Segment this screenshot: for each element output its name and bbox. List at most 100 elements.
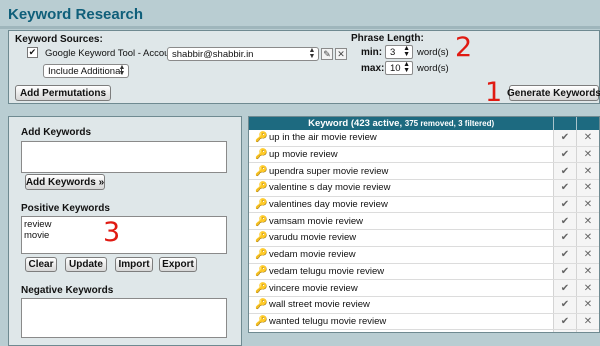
close-icon[interactable]: ✕ [576,180,599,196]
keyword-text: upendra super movie review [269,166,553,177]
key-icon[interactable]: 🔑 [249,199,269,210]
add-keywords-heading: Add Keywords [21,127,91,138]
close-icon[interactable]: ✕ [576,130,599,146]
keyword-input-panel: Add Keywords Add Keywords » Positive Key… [8,116,242,346]
check-icon[interactable]: ✔ [553,130,576,146]
generate-keywords-button[interactable]: Generate Keywords [509,85,599,101]
include-additional-value: Include Additional [48,66,122,77]
close-icon[interactable]: ✕ [576,297,599,313]
check-icon[interactable]: ✔ [553,247,576,263]
table-row: 🔑up movie review✔✕ [249,147,599,164]
annotation-three: 3 [103,219,120,246]
max-unit-label: word(s) [417,63,449,74]
google-tool-checkbox[interactable]: ✔ [27,47,38,58]
export-button[interactable]: Export [159,257,197,272]
close-icon[interactable]: ✕ [576,264,599,280]
keyword-column-header: Keyword (423 active, 375 removed, 3 filt… [249,118,553,129]
close-icon[interactable]: ✕ [576,230,599,246]
keyword-text: up movie review [269,149,553,160]
key-icon[interactable]: 🔑 [249,299,269,310]
key-icon[interactable]: 🔑 [249,283,269,294]
close-icon[interactable]: ✕ [576,314,599,330]
add-keywords-button[interactable]: Add Keywords » [25,174,105,190]
key-icon[interactable]: 🔑 [249,232,269,243]
check-icon[interactable]: ✔ [553,264,576,280]
close-icon[interactable]: ✕ [576,280,599,296]
remove-column-header [576,117,599,130]
check-icon[interactable]: ✔ [553,280,576,296]
table-row: 🔑valentine s day movie review✔✕ [249,180,599,197]
keyword-text: up in the air movie review [269,132,553,143]
max-length-value: 10 [390,63,401,74]
close-icon[interactable]: ✕ [576,147,599,163]
key-icon[interactable]: 🔑 [249,266,269,277]
close-icon[interactable]: ✕ [576,197,599,213]
max-length-stepper[interactable]: 10 ▲▼ [385,61,413,75]
key-icon[interactable]: 🔑 [249,182,269,193]
header-counts: 375 removed, 3 filtered) [405,119,494,128]
keyword-text: valentines day movie review [269,199,553,210]
keyword-sources-heading: Keyword Sources: [15,34,103,45]
keyword-sources-panel: Keyword Sources: ✔ Google Keyword Tool -… [8,30,600,104]
positive-keyword-line: review [24,219,224,230]
edit-icon[interactable]: ✎ [321,48,333,60]
keyword-table: Keyword (423 active, 375 removed, 3 filt… [248,116,600,333]
account-value: shabbir@shabbir.in [172,49,253,60]
table-row: 🔑up in the air movie review✔✕ [249,130,599,147]
min-unit-label: word(s) [417,47,449,58]
key-icon[interactable]: 🔑 [249,216,269,227]
header-main: Keyword (423 active, [308,118,405,129]
check-icon[interactable]: ✔ [553,213,576,229]
check-icon[interactable]: ✔ [553,197,576,213]
keyword-text: wanted telugu movie review [269,316,553,327]
keyword-text: wall street movie review [269,299,553,310]
keyword-text: vincere movie review [269,283,553,294]
positive-keywords-textarea[interactable]: review movie [21,216,227,254]
keyword-rows: 🔑up in the air movie review✔✕🔑up movie r… [249,130,599,333]
key-icon[interactable]: 🔑 [249,249,269,260]
table-row: 🔑vamsam movie review✔✕ [249,213,599,230]
keyword-text: vedam movie review [269,249,553,260]
close-icon[interactable]: ✕ [576,247,599,263]
keyword-text: valentine s day movie review [269,182,553,193]
table-row: 🔑vedam telugu movie review✔✕ [249,264,599,281]
import-button[interactable]: Import [115,257,153,272]
clear-button[interactable]: Clear [25,257,57,272]
page-title: Keyword Research [8,6,143,23]
table-row: 🔑upendra super movie review✔✕ [249,163,599,180]
include-additional-select[interactable]: Include Additional ▲▼ [43,64,129,78]
close-icon[interactable]: ✕ [335,48,347,60]
min-label: min: [361,47,382,58]
negative-keywords-textarea[interactable] [21,298,227,338]
min-length-stepper[interactable]: 3 ▲▼ [385,45,413,59]
check-icon[interactable]: ✔ [553,314,576,330]
key-icon[interactable]: 🔑 [249,132,269,143]
annotation-two: 2 [455,34,472,61]
check-icon[interactable]: ✔ [553,163,576,179]
update-button[interactable]: Update [65,257,107,272]
check-icon[interactable]: ✔ [553,297,576,313]
key-icon[interactable]: 🔑 [249,149,269,160]
add-keywords-textarea[interactable] [21,141,227,173]
table-row: 🔑wanted telugu movie review✔✕ [249,314,599,331]
account-select[interactable]: shabbir@shabbir.in ▲▼ [167,47,319,61]
table-row: 🔑valentines day movie review✔✕ [249,197,599,214]
close-icon[interactable]: ✕ [576,163,599,179]
check-icon[interactable]: ✔ [553,180,576,196]
key-icon[interactable]: 🔑 [249,316,269,327]
google-tool-label: Google Keyword Tool - Account: [45,48,180,59]
chevron-updown-icon: ▲▼ [118,65,126,77]
chevron-updown-icon: ▲▼ [403,46,410,58]
table-row: 🔑vedam movie review✔✕ [249,247,599,264]
check-icon[interactable]: ✔ [553,230,576,246]
close-icon[interactable]: ✕ [576,213,599,229]
keyword-text: vedam telugu movie review [269,266,553,277]
positive-keyword-line: movie [24,230,224,241]
keyword-text: varudu movie review [269,232,553,243]
table-row: 🔑varudu movie review✔✕ [249,230,599,247]
check-icon[interactable]: ✔ [553,147,576,163]
add-permutations-button[interactable]: Add Permutations [15,85,111,101]
chevron-updown-icon: ▲▼ [403,62,410,74]
table-row: 🔑wall street movie review✔✕ [249,297,599,314]
key-icon[interactable]: 🔑 [249,166,269,177]
